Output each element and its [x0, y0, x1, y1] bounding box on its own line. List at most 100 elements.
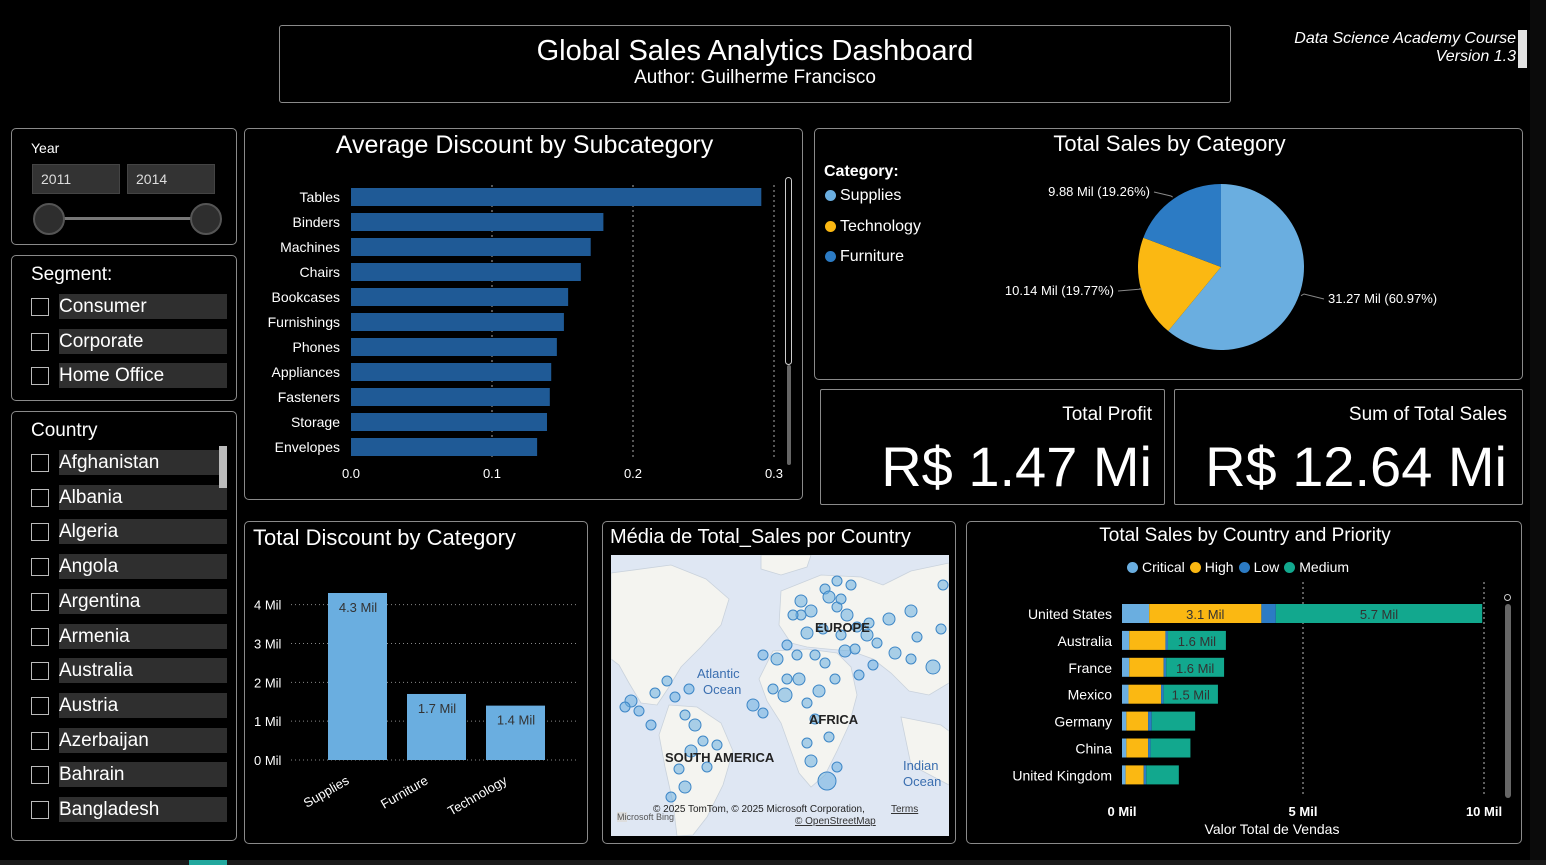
country-bubble	[801, 737, 813, 749]
map-terms-link[interactable]: Terms	[891, 804, 918, 815]
map-osm-link[interactable]: © OpenStreetMap	[795, 816, 876, 827]
country-priority-panel: Total Sales by Country and Priority Crit…	[966, 521, 1522, 844]
country-item[interactable]: Albania	[31, 484, 231, 511]
country-priority-chart: 0 Mil 5 Mil 10 Mil Valor Total de Vendas 3.1…	[1012, 582, 1502, 837]
segment-item[interactable]: Consumer	[31, 294, 231, 320]
checkbox[interactable]	[31, 488, 49, 507]
y-tick-label: 3 Mil	[254, 636, 282, 651]
checkbox[interactable]	[31, 801, 49, 819]
country-priority-scroll-handle[interactable]	[1504, 594, 1511, 601]
year-slider-start-handle[interactable]	[33, 203, 65, 235]
legend-swatch	[1284, 562, 1296, 573]
bar	[351, 338, 557, 356]
country-bubble	[801, 697, 813, 709]
category-label: Phones	[293, 339, 340, 355]
country-priority-title: Total Sales by Country and Priority	[1099, 525, 1391, 546]
bar-segment	[1150, 738, 1191, 758]
author-line: Author: Guilherme Francisco	[634, 67, 876, 88]
country-item[interactable]: Bangladesh	[31, 797, 231, 823]
country-item[interactable]: Australia	[31, 658, 231, 684]
bar-segment	[1129, 657, 1164, 677]
country-item-label: Bangladesh	[59, 797, 227, 822]
country-priority-scroll-track[interactable]	[1505, 604, 1511, 798]
pie-data-label: 31.27 Mil (60.97%)	[1328, 291, 1437, 306]
country-item-label: Armenia	[59, 623, 227, 649]
country-item[interactable]: Algeria	[31, 519, 231, 545]
country-bubble	[757, 649, 769, 661]
checkbox[interactable]	[31, 627, 49, 646]
country-item[interactable]: Armenia	[31, 623, 231, 650]
avg-discount-chart: 0.0 0.1 0.2 0.3 Tables Binders Machines Chairs B…	[268, 185, 783, 481]
bar-segment	[1261, 604, 1276, 623]
country-scrollbar[interactable]	[219, 446, 227, 488]
checkbox[interactable]	[31, 662, 49, 681]
y-tick-label: 0 Mil	[254, 753, 282, 768]
avg-discount-title: Average Discount by Subcategory	[335, 131, 714, 159]
country-bubble	[800, 626, 814, 640]
total-discount-title: Total Discount by Category	[253, 525, 516, 550]
category-label: United States	[1028, 606, 1112, 622]
version-label: Version 1.3	[1435, 48, 1516, 65]
legend-item[interactable]: Critical	[1127, 559, 1185, 575]
active-page-tab[interactable]	[189, 860, 227, 865]
sales-by-category-pie: 31.27 Mil (60.97%) 10.14 Mil (19.77%) 9.88…	[1005, 184, 1437, 350]
checkbox[interactable]	[31, 454, 49, 472]
checkbox[interactable]	[31, 696, 49, 715]
country-item-label: Albania	[59, 484, 227, 510]
bar	[351, 388, 550, 406]
country-bubble	[822, 590, 836, 604]
legend-item[interactable]: Low	[1238, 559, 1279, 575]
country-bubble	[804, 604, 818, 618]
bar	[351, 263, 581, 281]
bar-segment	[1122, 657, 1130, 677]
country-item-label: Austria	[59, 692, 227, 718]
checkbox[interactable]	[31, 592, 49, 611]
year-slider-end-handle[interactable]	[190, 203, 222, 235]
year-to-input[interactable]: 2014	[127, 164, 215, 194]
sales-map[interactable]: EUROPE Atlantic Ocean AFRICA SOUTH AMERI…	[611, 555, 949, 836]
map-canvas	[611, 555, 949, 836]
bar	[351, 238, 591, 256]
country-item-label: Argentina	[59, 588, 227, 614]
country-item[interactable]: Azerbaijan	[31, 727, 231, 754]
bar-segment	[1143, 765, 1147, 785]
country-item[interactable]: Afghanistan	[31, 450, 231, 476]
checkbox[interactable]	[31, 332, 49, 351]
country-item[interactable]: Austria	[31, 692, 231, 719]
scroll-indicator[interactable]	[1518, 30, 1527, 68]
avg-discount-scroll-handle[interactable]	[785, 177, 792, 365]
segment-item[interactable]: Home Office	[31, 363, 231, 389]
checkbox[interactable]	[31, 766, 49, 785]
checkbox[interactable]	[31, 731, 49, 750]
bar	[351, 288, 569, 306]
map-label-africa: AFRICA	[809, 712, 859, 727]
segment-item[interactable]: Corporate	[31, 328, 231, 355]
bar-segment	[1122, 738, 1127, 758]
checkbox[interactable]	[31, 523, 49, 542]
checkbox[interactable]	[31, 558, 49, 577]
checkbox[interactable]	[31, 298, 49, 316]
pie-data-label: 9.88 Mil (19.26%)	[1048, 184, 1150, 199]
legend-item[interactable]: High	[1189, 559, 1234, 575]
checkbox[interactable]	[31, 367, 49, 385]
category-label: United Kingdom	[1012, 767, 1112, 783]
year-slider-track[interactable]	[48, 217, 206, 220]
country-item[interactable]: Argentina	[31, 588, 231, 615]
country-item[interactable]: Bahrain	[31, 762, 231, 788]
bar-segment	[1122, 711, 1127, 731]
legend-item[interactable]: Medium	[1284, 559, 1349, 575]
country-item[interactable]: Angola	[31, 554, 231, 580]
category-label: Chairs	[300, 264, 340, 280]
segment-item-label: Consumer	[59, 294, 227, 319]
country-bubble	[835, 593, 847, 605]
country-bubble	[838, 644, 852, 658]
course-info: Data Science Academy Course Version 1.3	[1294, 30, 1516, 66]
country-bubble	[791, 649, 803, 661]
map-label-atlantic-ocean: Ocean	[703, 682, 742, 697]
year-from-input[interactable]: 2011	[32, 164, 120, 194]
country-bubble	[645, 719, 657, 731]
bar-data-label: 5.7 Mil	[1360, 607, 1398, 622]
year-slicer: Year 2011 2014	[11, 128, 237, 245]
avg-discount-scroll-track[interactable]	[787, 365, 791, 465]
country-bubble	[746, 698, 760, 712]
